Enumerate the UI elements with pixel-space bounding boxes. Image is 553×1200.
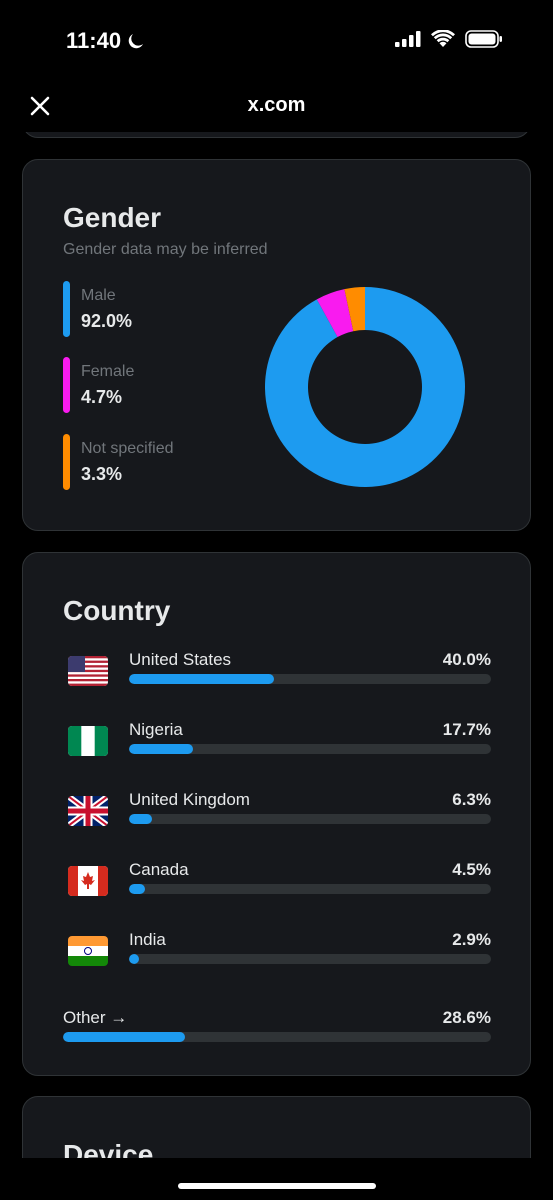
- cellular-signal-icon: [395, 31, 421, 47]
- country-row-united-kingdom: United Kingdom 6.3%: [63, 790, 491, 840]
- wifi-icon: [431, 30, 455, 47]
- browser-nav-bar: x.com: [0, 80, 553, 132]
- country-bar-track: [129, 814, 491, 824]
- country-percent: 2.9%: [452, 930, 491, 949]
- country-name: India: [129, 930, 166, 949]
- country-bar-track: [129, 674, 491, 684]
- uk-flag-icon: [68, 796, 108, 826]
- legend-value: 4.7%: [81, 387, 123, 407]
- legend-value: 92.0%: [81, 311, 133, 331]
- country-bar-fill: [129, 744, 194, 754]
- country-row-united-states: United States 40.0%: [63, 650, 491, 700]
- page-url-title: x.com: [247, 94, 306, 116]
- legend-label: Male: [81, 287, 116, 304]
- country-name: Canada: [129, 860, 189, 879]
- country-bar-fill: [129, 884, 146, 894]
- country-bar-fill: [129, 954, 140, 964]
- home-indicator[interactable]: [178, 1183, 376, 1189]
- moon-icon: [128, 34, 144, 49]
- country-percent: 28.6%: [442, 1008, 491, 1027]
- country-bar-fill: [129, 814, 152, 824]
- legend-value: 3.3%: [81, 464, 123, 484]
- country-name: United Kingdom: [129, 790, 250, 809]
- status-icons: [395, 30, 503, 48]
- country-name: Nigeria: [129, 720, 183, 739]
- country-percent: 4.5%: [452, 860, 491, 879]
- country-bar-track: [129, 744, 491, 754]
- status-time: 11:40: [66, 28, 145, 54]
- device-title: Device: [63, 1139, 154, 1158]
- country-bar-fill: [129, 674, 274, 684]
- country-name: United States: [129, 650, 232, 669]
- status-bar: 11:40: [0, 0, 553, 80]
- legend-label: Not specified: [81, 440, 174, 457]
- country-row-nigeria: Nigeria 17.7%: [63, 720, 491, 770]
- legend-label: Female: [81, 363, 135, 380]
- time-text: 11:40: [66, 28, 122, 53]
- country-bar-track: [63, 1032, 491, 1042]
- country-bar-fill: [63, 1032, 186, 1042]
- other-countries-link[interactable]: Other →: [63, 1008, 127, 1028]
- audience-content[interactable]: Gender Gender data may be inferred Male …: [0, 132, 553, 1158]
- india-flag-icon: [68, 936, 108, 966]
- legend-swatch-not-specified: [63, 434, 70, 490]
- canada-flag-icon: [68, 866, 108, 896]
- previous-card: [22, 132, 531, 138]
- country-card: Country United States 40.0% Nigeria 17.7…: [22, 552, 531, 1076]
- country-bar-track: [129, 954, 491, 964]
- legend-swatch-female: [63, 357, 70, 413]
- country-bar-track: [129, 884, 491, 894]
- country-percent: 40.0%: [442, 650, 491, 669]
- gender-card: Gender Gender data may be inferred Male …: [22, 159, 531, 531]
- country-row-other: Other → 28.6%: [63, 1008, 491, 1048]
- battery-icon: [465, 30, 502, 48]
- us-flag-icon: [68, 656, 108, 686]
- gender-subtitle: Gender data may be inferred: [63, 241, 268, 258]
- gender-donut-chart: [265, 287, 465, 487]
- legend-item-male: Male 92.0%: [63, 281, 243, 339]
- country-title: Country: [63, 595, 171, 626]
- gender-title: Gender: [63, 202, 162, 233]
- country-row-canada: Canada 4.5%: [63, 860, 491, 910]
- country-row-india: India 2.9%: [63, 930, 491, 980]
- country-percent: 17.7%: [442, 720, 491, 739]
- legend-item-not-specified: Not specified 3.3%: [63, 434, 243, 492]
- device-card: Device: [22, 1096, 531, 1158]
- legend-swatch-male: [63, 281, 70, 337]
- legend-item-female: Female 4.7%: [63, 357, 243, 415]
- country-percent: 6.3%: [452, 790, 491, 809]
- bottom-safe-area: [0, 1158, 553, 1200]
- nigeria-flag-icon: [68, 726, 108, 756]
